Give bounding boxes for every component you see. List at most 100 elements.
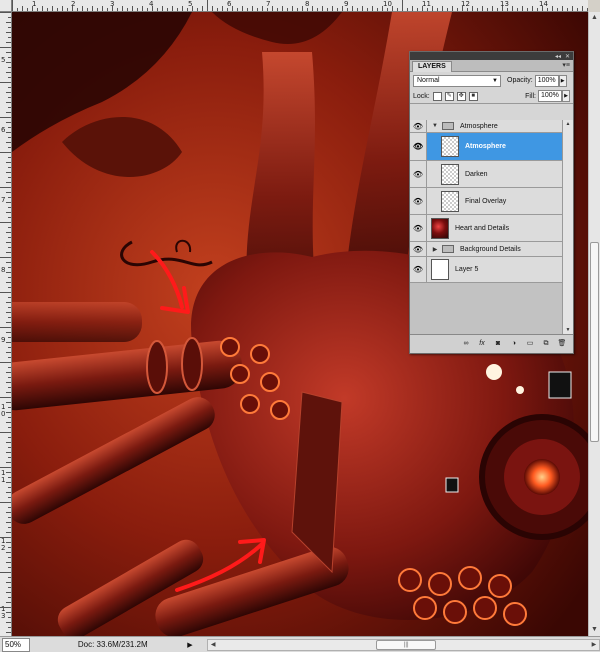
scroll-up-icon[interactable]: ▲ <box>563 121 573 127</box>
scroll-up-icon[interactable]: ▲ <box>589 12 600 24</box>
layer-name: Atmosphere <box>460 122 498 130</box>
scroll-down-icon[interactable]: ▼ <box>589 624 600 636</box>
ruler-number: 8 <box>305 0 310 8</box>
status-menu-arrow-icon[interactable]: ▶ <box>187 641 197 649</box>
ruler-tick <box>212 6 213 11</box>
vertical-scrollbar[interactable]: ▲ ▼ <box>588 12 600 636</box>
folder-icon[interactable]: ▭ <box>525 339 535 349</box>
ruler-tick <box>6 552 11 553</box>
opacity-slider-button[interactable]: ▶ <box>558 74 567 87</box>
scroll-left-icon[interactable]: ◀ <box>208 640 218 650</box>
lock-transparent-icon[interactable] <box>432 91 442 101</box>
layer-row-layer-5[interactable]: 👁 Layer 5 <box>410 257 562 283</box>
scroll-thumb[interactable]: ||| <box>376 639 437 650</box>
ruler-tick <box>542 6 543 11</box>
ruler-tick <box>8 617 11 618</box>
tab-layers[interactable]: LAYERS <box>412 61 452 72</box>
adjustment-icon[interactable]: ◑ <box>509 339 519 349</box>
visibility-eye-icon[interactable]: 👁 <box>410 215 427 241</box>
ruler-tick <box>6 62 11 63</box>
expand-triangle-icon[interactable]: ▼ <box>431 123 439 129</box>
visibility-eye-icon[interactable]: 👁 <box>410 161 427 187</box>
ruler-tick <box>587 8 588 11</box>
ruler-tick <box>6 312 11 313</box>
layer-row-group-background-details[interactable]: 👁 ▶ Background Details <box>410 242 562 257</box>
layer-row-group-atmosphere[interactable]: 👁 ▼ Atmosphere <box>410 120 562 133</box>
scroll-thumb[interactable] <box>590 242 599 442</box>
ruler-tick <box>8 567 11 568</box>
ruler-tick <box>6 92 11 93</box>
ruler-tick <box>0 82 11 83</box>
layer-thumbnail <box>431 259 449 280</box>
ruler-tick <box>8 517 11 518</box>
layer-row-darken[interactable]: 👁 Darken <box>410 161 562 188</box>
ruler-tick <box>6 242 11 243</box>
ruler-tick <box>407 8 408 11</box>
chevron-down-icon: ▼ <box>492 77 498 84</box>
ruler-tick <box>8 127 11 128</box>
ruler-tick <box>302 6 303 11</box>
visibility-eye-icon[interactable]: 👁 <box>410 133 427 160</box>
ruler-tick <box>6 142 11 143</box>
ruler-tick <box>222 6 223 11</box>
lock-image-icon[interactable]: ✎ <box>444 91 454 101</box>
panel-titlebar[interactable]: ◂◂ ✕ <box>410 52 573 60</box>
scroll-down-icon[interactable]: ▼ <box>563 327 573 333</box>
visibility-eye-icon[interactable]: 👁 <box>410 257 427 282</box>
ruler-tick <box>6 182 11 183</box>
layers-list[interactable]: 👁 ▼ Atmosphere 👁 Atmosphere 👁 Darken 👁 F… <box>410 120 573 334</box>
visibility-eye-icon[interactable]: 👁 <box>410 120 427 132</box>
close-icon[interactable]: ✕ <box>565 53 570 60</box>
ruler-tick <box>0 292 11 293</box>
fx-icon[interactable]: fx <box>477 339 487 349</box>
collapse-icon[interactable]: ◂◂ <box>555 53 561 60</box>
ruler-tick <box>92 6 93 11</box>
ruler-tick <box>292 6 293 11</box>
lock-all-icon[interactable]: ■ <box>468 91 478 101</box>
layer-row-atmosphere[interactable]: 👁 Atmosphere <box>410 133 562 161</box>
ruler-tick <box>8 277 11 278</box>
ruler-tick <box>8 357 11 358</box>
expand-triangle-icon[interactable]: ▶ <box>431 246 439 253</box>
ruler-tick <box>0 257 11 258</box>
ruler-tick <box>477 8 478 11</box>
layers-panel[interactable]: ◂◂ ✕ LAYERS ▾≡ Normal ▼ Opacity: 100% ▶ L… <box>409 51 574 354</box>
ruler-tick <box>167 8 168 11</box>
panel-menu-icon[interactable]: ▾≡ <box>562 61 570 69</box>
ruler-corner[interactable] <box>0 0 12 12</box>
zoom-field[interactable]: 50% <box>2 637 30 652</box>
visibility-eye-icon[interactable]: 👁 <box>410 188 427 214</box>
ruler-left[interactable]: 5 6 7 8 9 10 11 12 13 <box>0 12 12 636</box>
trash-icon[interactable]: 🗑 <box>557 339 567 349</box>
lock-position-icon[interactable]: ✥ <box>456 91 466 101</box>
ruler-tick <box>317 8 318 11</box>
ruler-tick <box>342 6 343 11</box>
ruler-tick <box>8 527 11 528</box>
opacity-field[interactable]: 100% <box>534 74 559 87</box>
horizontal-scrollbar[interactable]: ◀ ||| ▶ <box>207 638 600 651</box>
ruler-tick <box>6 472 11 473</box>
ruler-tick <box>6 482 11 483</box>
ruler-tick <box>6 622 11 623</box>
ruler-tick <box>6 612 11 613</box>
new-layer-icon[interactable]: ⧉ <box>541 339 551 349</box>
ruler-tick <box>6 382 11 383</box>
ruler-tick <box>8 577 11 578</box>
mask-icon[interactable]: ◙ <box>493 339 503 349</box>
ruler-tick <box>8 407 11 408</box>
blend-mode-select[interactable]: Normal ▼ <box>413 74 501 87</box>
ruler-top[interactable]: 1 2 3 4 5 6 7 8 9 10 11 12 13 14 <box>12 0 588 12</box>
ruler-tick <box>6 452 11 453</box>
scroll-right-icon[interactable]: ▶ <box>589 640 599 650</box>
layer-row-heart-and-details[interactable]: 👁 Heart and Details <box>410 215 562 242</box>
layers-scrollbar[interactable]: ▲ ▼ <box>562 120 573 334</box>
fill-field[interactable]: 100% <box>538 90 562 102</box>
link-icon[interactable]: ∞ <box>461 339 471 349</box>
visibility-eye-icon[interactable]: 👁 <box>410 242 427 256</box>
lock-row: Lock: ✎ ✥ ■ Fill: 100% ▶ <box>410 89 573 104</box>
fill-label: Fill: <box>525 92 536 100</box>
layer-row-final-overlay[interactable]: 👁 Final Overlay <box>410 188 562 215</box>
ruler-tick <box>8 267 11 268</box>
ruler-tick <box>6 372 11 373</box>
fill-slider-button[interactable]: ▶ <box>562 90 570 102</box>
